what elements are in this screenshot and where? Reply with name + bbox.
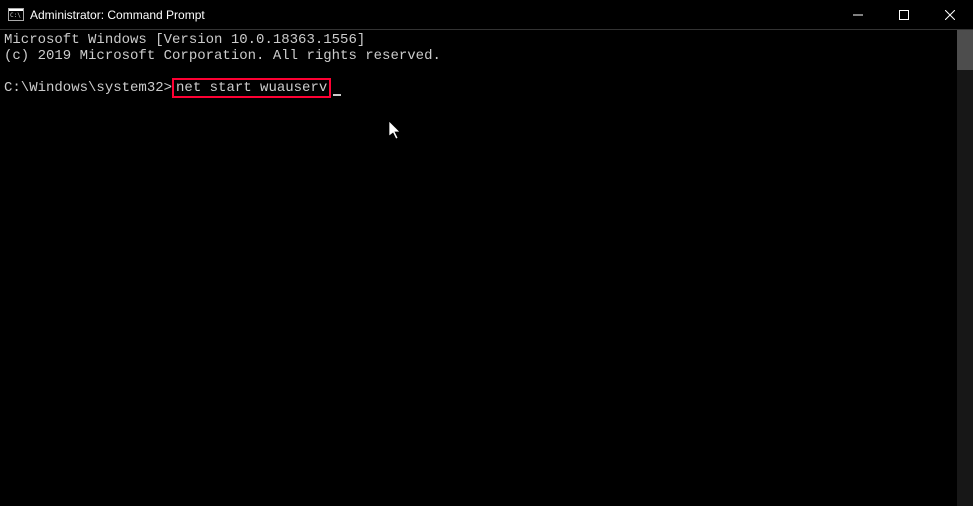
window-title: Administrator: Command Prompt [30,8,835,22]
cursor [333,94,341,96]
scrollbar-thumb[interactable] [957,30,973,70]
titlebar[interactable]: Administrator: Command Prompt [0,0,973,30]
terminal-line-version: Microsoft Windows [Version 10.0.18363.15… [4,32,365,48]
scrollbar-track[interactable] [957,30,973,506]
terminal-command: net start wuauserv [176,80,327,96]
command-highlight: net start wuauserv [172,78,331,98]
close-button[interactable] [927,0,973,29]
terminal-line-copyright: (c) 2019 Microsoft Corporation. All righ… [4,48,441,64]
terminal-content[interactable]: Microsoft Windows [Version 10.0.18363.15… [0,30,957,506]
terminal-area: Microsoft Windows [Version 10.0.18363.15… [0,30,973,506]
minimize-button[interactable] [835,0,881,29]
terminal-prompt: C:\Windows\system32> [4,80,172,96]
maximize-button[interactable] [881,0,927,29]
cmd-icon [8,8,24,21]
window-controls [835,0,973,29]
